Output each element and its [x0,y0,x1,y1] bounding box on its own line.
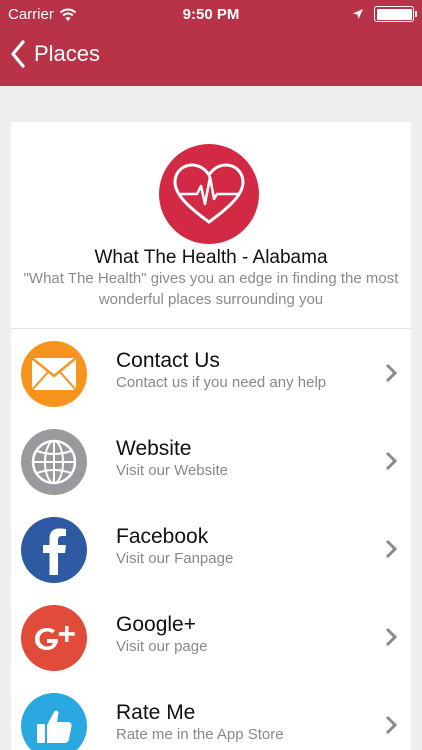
list-item-title: Google+ [116,613,196,636]
list-item-subtitle: Visit our page [116,638,208,655]
list-item-website[interactable]: Website Visit our Website [11,417,411,505]
list-item-contact-us[interactable]: Contact Us Contact us if you need any he… [11,329,411,417]
chevron-left-icon [11,40,25,68]
chevron-right-icon [385,451,397,471]
google-plus-icon [21,605,87,671]
list-item-rate-me[interactable]: Rate Me Rate me in the App Store [11,681,411,750]
nav-bar: Places [0,34,422,80]
location-arrow-icon [353,9,363,19]
list-item-title: Rate Me [116,701,196,724]
chevron-right-icon [385,715,397,735]
list-item-subtitle: Visit our Website [116,462,228,479]
battery-icon [374,6,417,22]
options-list: Contact Us Contact us if you need any he… [11,328,411,750]
list-item-subtitle: Visit our Fanpage [116,550,234,567]
chevron-right-icon [385,539,397,559]
chevron-right-icon [385,363,397,383]
back-label: Places [34,41,101,66]
list-item-title: Facebook [116,525,209,548]
list-item-title: Website [116,437,192,460]
chevron-right-icon [385,627,397,647]
status-right [352,6,417,22]
envelope-icon [21,341,87,407]
list-item-facebook[interactable]: Facebook Visit our Fanpage [11,505,411,593]
facebook-icon [21,517,87,583]
list-item-google-plus[interactable]: Google+ Visit our page [11,593,411,681]
page-description: "What The Health" gives you an edge in f… [23,270,399,308]
status-bar: Carrier 9:50 PM [0,0,422,30]
list-item-subtitle: Rate me in the App Store [116,726,284,743]
heart-logo [159,144,259,244]
heartbeat-icon [173,163,245,224]
page-title: What The Health - Alabama [94,247,328,268]
top-bar: Carrier 9:50 PM Places [0,0,422,86]
thumbs-up-icon [21,693,87,750]
globe-icon [21,429,87,495]
list-item-title: Contact Us [116,349,220,372]
list-item-subtitle: Contact us if you need any help [116,374,327,391]
header-card: What The Health - Alabama "What The Heal… [11,122,411,328]
back-button[interactable]: Places [10,40,100,68]
